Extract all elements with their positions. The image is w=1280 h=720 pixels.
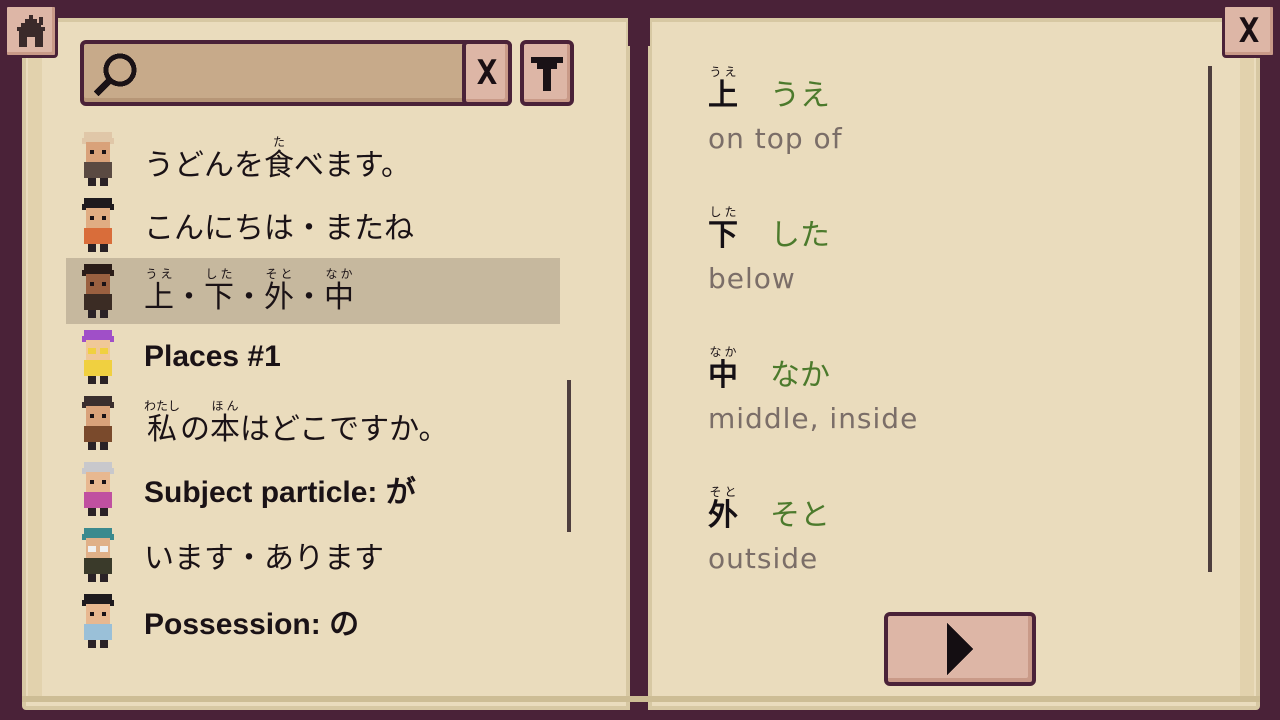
- lesson-item[interactable]: こんにちは・またね: [66, 192, 560, 258]
- character-avatar-icon: [82, 528, 114, 582]
- funnel-icon: [531, 57, 563, 91]
- vocab-kanji: 中なか: [708, 345, 738, 393]
- lesson-title: います・あります: [144, 541, 384, 576]
- lesson-item[interactable]: Subject particle: が: [66, 456, 560, 522]
- vocab-entry: 中なか なか middle, inside: [708, 344, 1168, 435]
- character-avatar-icon: [82, 132, 114, 186]
- book-spine: [628, 0, 650, 46]
- lesson-title: こんにちは・またね: [144, 211, 414, 246]
- lesson-list-scrollbar[interactable]: [567, 380, 571, 532]
- vocab-kanji: 外そと: [708, 485, 738, 533]
- search-bar: X: [80, 40, 512, 106]
- lesson-title: Possession: の: [144, 608, 360, 641]
- vocab-kana: うえ: [770, 78, 830, 113]
- close-button[interactable]: X: [1222, 4, 1276, 58]
- vocab-meaning: on top of: [708, 122, 843, 155]
- vocab-kanji: 下した: [708, 205, 738, 253]
- magnifier-icon: [93, 53, 137, 97]
- search-input[interactable]: [146, 52, 480, 94]
- home-icon: [17, 15, 45, 47]
- lesson-title: 私わたしの本ほんはどこですか。: [144, 398, 449, 447]
- home-button[interactable]: [4, 4, 58, 58]
- lesson-title: うどんを食たべます。: [144, 134, 411, 183]
- play-arrow-icon: [947, 623, 973, 675]
- next-button[interactable]: [884, 612, 1036, 686]
- lesson-title: Places #1: [144, 340, 281, 373]
- vocab-meaning: outside: [708, 542, 819, 575]
- vocab-meaning: middle, inside: [708, 402, 919, 435]
- vocab-entry: 下した した below: [708, 204, 1168, 295]
- lesson-title: 上うえ・下した・外そと・中なか: [144, 266, 354, 315]
- lesson-item[interactable]: うどんを食たべます。: [66, 126, 560, 192]
- lesson-item[interactable]: Places #1: [66, 324, 560, 390]
- vocab-kana: そと: [770, 498, 830, 533]
- lesson-item[interactable]: います・あります: [66, 522, 560, 588]
- clear-search-button[interactable]: X: [462, 40, 512, 106]
- vocab-scrollbar[interactable]: [1208, 66, 1212, 572]
- character-avatar-icon: [82, 396, 114, 450]
- close-icon: X: [1238, 11, 1260, 51]
- character-avatar-icon: [82, 594, 114, 648]
- lesson-item[interactable]: 上うえ・下した・外そと・中なか: [66, 258, 560, 324]
- character-avatar-icon: [82, 462, 114, 516]
- page-edge: [22, 696, 1260, 702]
- clear-icon: X: [476, 53, 498, 93]
- lesson-list: うどんを食たべます。 こんにちは・またね 上うえ・下した・外そと・中なか Pla…: [66, 126, 560, 654]
- vocab-kanji: 上うえ: [708, 65, 738, 113]
- vocab-kana: した: [770, 218, 830, 253]
- character-avatar-icon: [82, 198, 114, 252]
- vocab-entry: 外そと そと outside: [708, 484, 1168, 575]
- lesson-item[interactable]: Possession: の: [66, 588, 560, 654]
- vocab-meaning: below: [708, 262, 796, 295]
- vocab-entry: 上うえ うえ on top of: [708, 64, 1168, 155]
- character-avatar-icon: [82, 264, 114, 318]
- lesson-title: Subject particle: が: [144, 476, 416, 509]
- vocab-kana: なか: [770, 358, 830, 393]
- lesson-item[interactable]: 私わたしの本ほんはどこですか。: [66, 390, 560, 456]
- character-avatar-icon: [82, 330, 114, 384]
- filter-button[interactable]: [520, 40, 574, 106]
